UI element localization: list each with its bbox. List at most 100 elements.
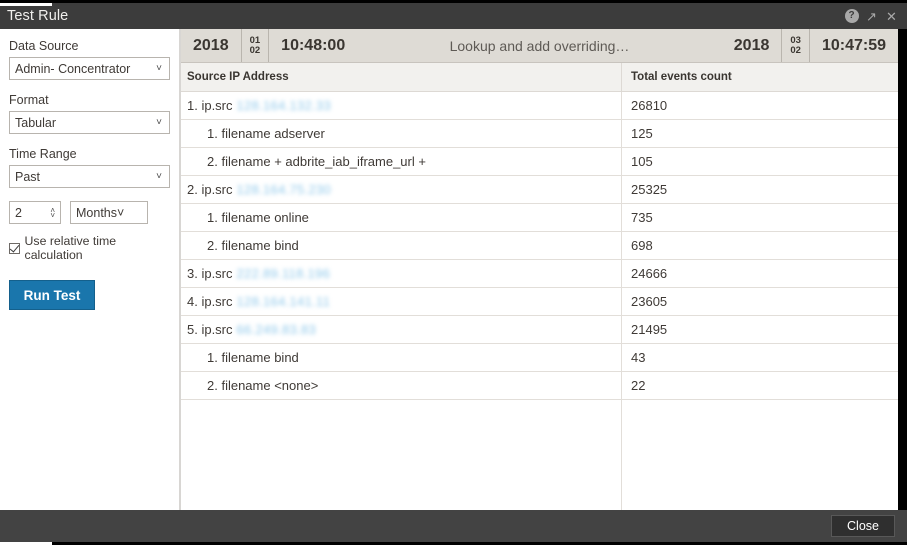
row-label: 1. filename adserver bbox=[207, 126, 325, 141]
table-body: 1. ip.src 128.164.132.33 26810 1. filename … bbox=[181, 92, 898, 510]
row-label: 2. filename + adbrite_iab_iframe_url + bbox=[207, 154, 426, 169]
chevron-down-icon: ˅ bbox=[156, 116, 162, 128]
time-range-value: Past bbox=[15, 169, 41, 184]
cell-source-ip: 1. filename online bbox=[181, 204, 622, 231]
format-value: Tabular bbox=[15, 115, 56, 130]
relative-time-checkbox[interactable] bbox=[9, 242, 20, 254]
rule-title: Lookup and add overriding… bbox=[449, 37, 630, 54]
cell-total-events: 25325 bbox=[631, 182, 668, 197]
start-time: 10:48:00 bbox=[281, 36, 346, 54]
run-test-button[interactable]: Run Test bbox=[9, 280, 95, 310]
results-panel: 2018 01 02 10:48:00 Lookup and add overr… bbox=[181, 29, 907, 510]
dialog-content: Data Source Admin- Concentrator ˅ Format… bbox=[0, 29, 907, 510]
end-date-bottom: 02 bbox=[790, 44, 801, 56]
stepper-arrows[interactable]: ˄ ˅ bbox=[50, 206, 55, 219]
redacted-ip-value: 128.164.75.230 bbox=[236, 182, 332, 197]
table-row[interactable]: 2. filename + adbrite_iab_iframe_url + 10… bbox=[181, 148, 898, 176]
table-header: Source IP Address Total events count bbox=[181, 63, 898, 92]
cell-source-ip: 2. ip.src 128.164.75.230 bbox=[181, 176, 622, 203]
maximize-icon[interactable]: ↗ bbox=[864, 9, 879, 24]
data-source-field: Data Source Admin- Concentrator ˅ bbox=[9, 39, 170, 80]
start-date-bottom: 02 bbox=[249, 44, 261, 56]
titlebar-corner-accent bbox=[0, 3, 52, 6]
close-button[interactable]: Close bbox=[831, 515, 895, 537]
time-range-select[interactable]: Past ˅ bbox=[9, 165, 170, 188]
relative-time-row[interactable]: Use relative time calculation bbox=[9, 234, 170, 262]
row-label: 4. ip.src bbox=[187, 294, 233, 309]
chevron-down-icon: ˅ bbox=[117, 205, 125, 220]
cell-total-events: 23605 bbox=[631, 294, 668, 309]
time-range-field: Time Range Past ˅ bbox=[9, 147, 170, 188]
cell-total-events: 105 bbox=[631, 154, 653, 169]
stepper-down-icon[interactable]: ˅ bbox=[50, 211, 55, 219]
close-icon[interactable]: ✕ bbox=[884, 9, 899, 24]
cell-total-events: 26810 bbox=[631, 98, 668, 113]
table-row[interactable]: 4. ip.src 128.164.141.11 23605 bbox=[181, 288, 898, 316]
data-source-select[interactable]: Admin- Concentrator ˅ bbox=[9, 57, 170, 80]
cell-total-events: 698 bbox=[631, 238, 653, 253]
dialog-footer: Close bbox=[0, 510, 907, 545]
redacted-ip-value: 66.249.83.83 bbox=[236, 322, 317, 337]
cell-source-ip: 2. filename <none> bbox=[181, 372, 622, 399]
help-icon[interactable]: ? bbox=[844, 9, 859, 24]
end-time: 10:47:59 bbox=[821, 36, 886, 54]
row-label: 1. ip.src bbox=[187, 98, 233, 113]
time-amount-stepper[interactable]: 2 ˄ ˅ bbox=[9, 201, 61, 224]
cell-total-events: 22 bbox=[631, 378, 646, 393]
empty-column-left bbox=[181, 400, 622, 510]
table-row[interactable]: 5. ip.src 66.249.83.83 21495 bbox=[181, 316, 898, 344]
cell-source-ip: 1. filename adserver bbox=[181, 120, 622, 147]
data-source-value: Admin- Concentrator bbox=[15, 61, 131, 76]
end-date-top: 03 bbox=[790, 34, 801, 46]
table-row[interactable]: 1. filename bind 43 bbox=[181, 344, 898, 372]
cell-total-events: 43 bbox=[631, 350, 646, 365]
end-year: 2018 bbox=[733, 36, 770, 54]
format-select[interactable]: Tabular ˅ bbox=[9, 111, 170, 134]
settings-sidebar: Data Source Admin- Concentrator ˅ Format… bbox=[0, 29, 181, 510]
table-row[interactable]: 1. filename adserver 125 bbox=[181, 120, 898, 148]
table-empty-area bbox=[181, 400, 898, 510]
start-year: 2018 bbox=[193, 36, 229, 54]
start-date-top: 01 bbox=[249, 34, 261, 46]
time-unit-select[interactable]: Months ˅ bbox=[70, 201, 148, 224]
column-header-total-events[interactable]: Total events count bbox=[622, 63, 898, 91]
cell-total-events: 125 bbox=[631, 126, 653, 141]
redacted-ip-value: 128.164.141.11 bbox=[236, 294, 331, 309]
row-label: 1. filename bind bbox=[207, 350, 299, 365]
row-label: 2. filename <none> bbox=[207, 378, 319, 393]
table-row[interactable]: 1. ip.src 128.164.132.33 26810 bbox=[181, 92, 898, 120]
cell-source-ip: 4. ip.src 128.164.141.11 bbox=[181, 288, 622, 315]
row-label: 5. ip.src bbox=[187, 322, 233, 337]
cell-source-ip: 1. ip.src 128.164.132.33 bbox=[181, 92, 622, 119]
format-field: Format Tabular ˅ bbox=[9, 93, 170, 134]
cell-source-ip: 3. ip.src 222.89.118.196 bbox=[181, 260, 622, 287]
column-header-source-ip[interactable]: Source IP Address bbox=[181, 63, 622, 91]
test-rule-dialog: Test Rule ? ↗ ✕ Data Source Admin- Conce… bbox=[0, 0, 907, 545]
window-controls: ? ↗ ✕ bbox=[844, 9, 907, 24]
start-date: 01 02 bbox=[240, 29, 270, 62]
time-unit-value: Months bbox=[76, 205, 117, 220]
time-amount-value: 2 bbox=[15, 205, 22, 220]
chevron-down-icon: ˅ bbox=[156, 62, 162, 74]
row-label: 3. ip.src bbox=[187, 266, 233, 281]
cell-total-events: 21495 bbox=[631, 322, 668, 337]
time-range-bar: 2018 01 02 10:48:00 Lookup and add overr… bbox=[181, 29, 898, 63]
cell-total-events: 735 bbox=[631, 210, 653, 225]
title-bar: Test Rule ? ↗ ✕ bbox=[0, 3, 907, 29]
empty-column-right bbox=[622, 400, 898, 510]
table-row[interactable]: 2. filename bind 698 bbox=[181, 232, 898, 260]
row-label: 1. filename online bbox=[207, 210, 309, 225]
cell-source-ip: 2. filename + adbrite_iab_iframe_url + bbox=[181, 148, 622, 175]
cell-source-ip: 1. filename bind bbox=[181, 344, 622, 371]
window-title: Test Rule bbox=[7, 8, 69, 24]
chevron-down-icon: ˅ bbox=[156, 170, 162, 182]
table-row[interactable]: 3. ip.src 222.89.118.196 24666 bbox=[181, 260, 898, 288]
table-row[interactable]: 2. ip.src 128.164.75.230 25325 bbox=[181, 176, 898, 204]
cell-total-events: 24666 bbox=[631, 266, 668, 281]
relative-time-label: Use relative time calculation bbox=[24, 234, 117, 262]
help-icon-glyph: ? bbox=[844, 9, 859, 23]
time-range-label: Time Range bbox=[9, 147, 77, 161]
table-row[interactable]: 2. filename <none> 22 bbox=[181, 372, 898, 400]
table-row[interactable]: 1. filename online 735 bbox=[181, 204, 898, 232]
time-amount-row: 2 ˄ ˅ Months ˅ bbox=[9, 201, 170, 224]
